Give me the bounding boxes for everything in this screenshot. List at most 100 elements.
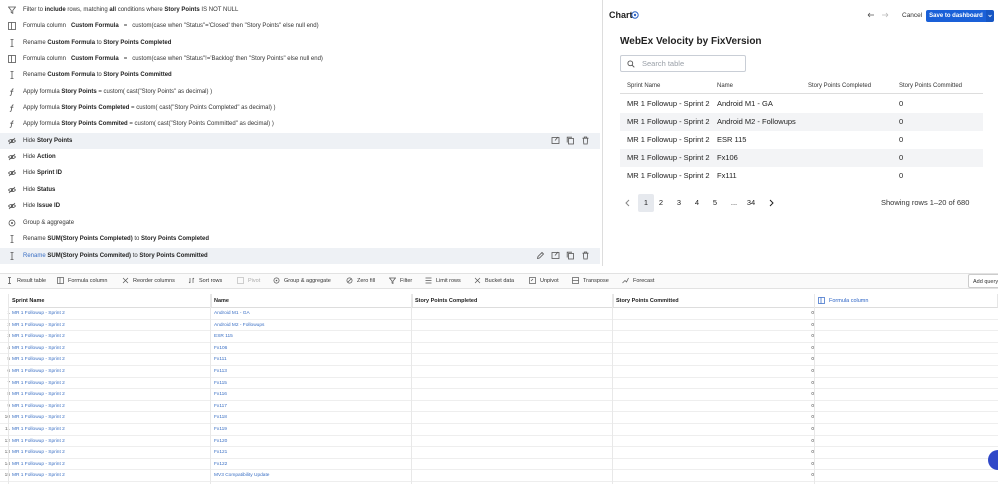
step-description: Hide Story Points <box>23 138 73 144</box>
pipeline-step[interactable]: Group & aggregate <box>0 215 600 231</box>
table-row[interactable]: 5MR 1 Followup - Sprint 2Fx1110 <box>0 354 998 366</box>
sort-rows-button[interactable]: Sort rows <box>188 274 222 288</box>
table-row[interactable]: 4MR 1 Followup - Sprint 2Fx1060 <box>0 343 998 355</box>
group-aggregate-icon <box>273 277 280 284</box>
pipeline-step[interactable]: Formula column Custom Formula = custom(c… <box>0 18 600 34</box>
search-input[interactable]: Search table <box>620 55 746 72</box>
unpivot-button[interactable]: Unpivot <box>529 274 559 288</box>
page-button[interactable]: 5 <box>710 194 720 212</box>
limit-rows-button[interactable]: Limit rows <box>425 274 461 288</box>
grid-col-story-points-committed[interactable]: Story Points Committed <box>612 294 816 308</box>
pipeline-step[interactable]: Formula column Custom Formula = custom(c… <box>0 51 600 67</box>
redo-icon[interactable] <box>881 12 889 18</box>
table-row[interactable]: 1MR 1 Followup - Sprint 2Android M1 - GA… <box>0 308 998 320</box>
filter-button[interactable]: Filter <box>389 274 412 288</box>
page-ellipsis: ... <box>730 198 738 207</box>
formula-column-button[interactable]: Formula column <box>57 274 107 288</box>
table-row[interactable]: 11MR 1 Followup - Sprint 2Fx1190 <box>0 424 998 436</box>
pipeline-step[interactable]: Rename SUM(Story Points Completed) to St… <box>0 231 600 247</box>
save-to-dashboard-button[interactable]: Save to dashboard <box>926 10 986 22</box>
table-row[interactable]: 9MR 1 Followup - Sprint 2Fx1170 <box>0 401 998 413</box>
group-aggregate-button[interactable]: Group & aggregate <box>273 274 331 288</box>
edit-icon[interactable] <box>536 251 545 260</box>
cell-sprint-name: MR 1 Followup - Sprint 2 <box>12 357 65 363</box>
viz-col-sprint-name[interactable]: Sprint Name <box>627 83 660 89</box>
viz-col-story-points-completed[interactable]: Story Points Completed <box>808 83 871 89</box>
cell-sprint-name: MR 1 Followup - Sprint 2 <box>12 322 65 328</box>
bucket-data-button[interactable]: Bucket data <box>474 274 514 288</box>
pipeline-step[interactable]: Apply formula Story Points Commited = cu… <box>0 116 600 132</box>
result-table-label: Result table <box>17 278 47 284</box>
viz-table-row[interactable]: MR 1 Followup - Sprint 2 ESR 115 0 <box>620 131 983 149</box>
grid-col-formula-column[interactable]: Formula column <box>814 294 998 308</box>
copy-icon[interactable] <box>566 136 575 145</box>
pipeline-step[interactable]: Hide Action <box>0 149 600 165</box>
page-button[interactable]: 1 <box>638 194 654 212</box>
table-row[interactable]: 10MR 1 Followup - Sprint 2Fx1180 <box>0 412 998 424</box>
table-row[interactable]: 2MR 1 Followup - Sprint 2Android M2 - Fo… <box>0 320 998 332</box>
undo-icon[interactable] <box>867 12 875 18</box>
trash-icon[interactable] <box>581 251 590 260</box>
copy-icon[interactable] <box>566 251 575 260</box>
transpose-button[interactable]: Transpose <box>572 274 609 288</box>
viz-table-row[interactable]: MR 1 Followup - Sprint 2 Fx111 0 <box>620 167 983 185</box>
filter-icon <box>8 6 16 14</box>
table-row[interactable]: 8MR 1 Followup - Sprint 2Fx1160 <box>0 389 998 401</box>
pivot-icon <box>237 277 244 284</box>
cell-name: MV3 Compatibility Update <box>214 473 270 479</box>
grid-col-story-points-completed[interactable]: Story Points Completed <box>411 294 614 308</box>
step-description: Formula column Custom Formula = custom(c… <box>23 23 319 29</box>
pipeline-step[interactable]: Filter to include rows, matching all con… <box>0 2 600 18</box>
pipeline-step[interactable]: Hide Status <box>0 182 600 198</box>
table-row[interactable]: 3MR 1 Followup - Sprint 2ESR 1150 <box>0 331 998 343</box>
cell-sprint-name: MR 1 Followup - Sprint 2 <box>12 334 65 340</box>
transform-toolbar: Result table Formula column Reorder colu… <box>0 273 998 289</box>
pipeline-step[interactable]: Apply formula Story Points Completed = c… <box>0 100 600 116</box>
result-table-button[interactable]: Result table <box>6 274 46 288</box>
reorder-icon <box>122 277 129 284</box>
page-button[interactable]: 4 <box>692 194 702 212</box>
zero-fill-button[interactable]: Zero fill <box>346 274 375 288</box>
limit-rows-icon <box>425 277 432 284</box>
forecast-button[interactable]: Forecast <box>622 274 654 288</box>
next-page-icon[interactable] <box>767 194 777 212</box>
gear-icon[interactable] <box>631 11 639 19</box>
viz-cell: Fx106 <box>717 153 738 162</box>
pipeline-step[interactable]: Hide Sprint ID <box>0 165 600 181</box>
table-row[interactable]: 12MR 1 Followup - Sprint 2Fx1200 <box>0 436 998 448</box>
page-button[interactable]: 34 <box>743 194 759 212</box>
table-row[interactable]: 6MR 1 Followup - Sprint 2Fx1130 <box>0 366 998 378</box>
table-row[interactable]: 13MR 1 Followup - Sprint 2Fx1210 <box>0 447 998 459</box>
trash-icon[interactable] <box>581 136 590 145</box>
pipeline-step[interactable]: Rename SUM(Story Points Commited) to Sto… <box>0 248 600 264</box>
reorder-columns-button[interactable]: Reorder columns <box>122 274 175 288</box>
viz-col-story-points-committed[interactable]: Story Points Committed <box>899 83 962 89</box>
viz-table-row[interactable]: MR 1 Followup - Sprint 2 Fx106 0 <box>620 149 983 167</box>
page-button[interactable]: 2 <box>656 194 666 212</box>
search-placeholder: Search table <box>642 59 685 68</box>
grid-col-sprint-name[interactable]: Sprint Name <box>8 294 212 308</box>
save-options-dropdown[interactable] <box>986 10 994 22</box>
table-row[interactable]: 7MR 1 Followup - Sprint 2Fx1150 <box>0 378 998 390</box>
page-button[interactable]: 3 <box>674 194 684 212</box>
pipeline-step[interactable]: Rename Custom Formula to Story Points Co… <box>0 67 600 83</box>
view-icon[interactable] <box>551 251 560 260</box>
viz-table-row[interactable]: MR 1 Followup - Sprint 2 Android M2 - Fol… <box>620 113 983 131</box>
pipeline-step[interactable]: Apply formula Story Points = custom( cas… <box>0 84 600 100</box>
viz-table-row[interactable]: MR 1 Followup - Sprint 2 Android M1 - GA 0 <box>620 95 983 113</box>
pivot-button[interactable]: Pivot <box>237 274 260 288</box>
grid-col-name[interactable]: Name <box>210 294 413 308</box>
viz-col-name[interactable]: Name <box>717 83 733 89</box>
pipeline-step[interactable]: Hide Story Points <box>0 133 600 149</box>
cancel-button[interactable]: Cancel <box>902 10 922 22</box>
pipeline-step[interactable]: Rename Custom Formula to Story Points Co… <box>0 35 600 51</box>
prev-page-icon[interactable] <box>623 194 633 212</box>
table-row[interactable]: 15MR 1 Followup - Sprint 2MV3 Compatibil… <box>0 470 998 482</box>
pipeline-step[interactable]: Hide Issue ID <box>0 198 600 214</box>
add-query-button[interactable]: Add query <box>968 274 998 288</box>
cell-sprint-name: MR 1 Followup - Sprint 2 <box>12 415 65 421</box>
table-row[interactable]: 14MR 1 Followup - Sprint 2Fx1220 <box>0 459 998 471</box>
viz-cell: Android M2 - Followups <box>717 117 796 126</box>
step-description: Rename Custom Formula to Story Points Co… <box>23 40 172 46</box>
view-icon[interactable] <box>551 136 560 145</box>
